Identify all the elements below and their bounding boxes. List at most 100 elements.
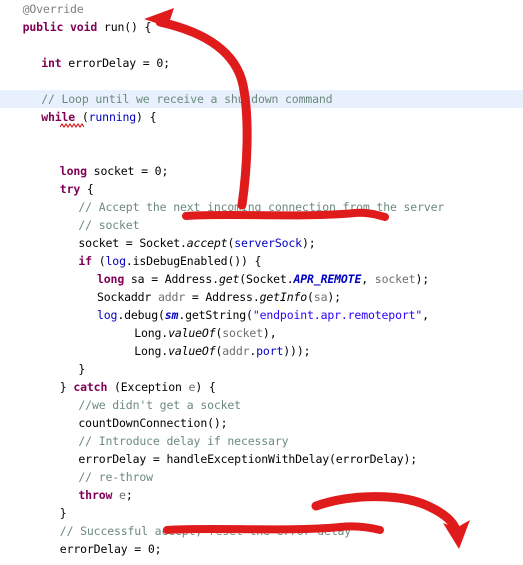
code-line[interactable]: log.debug(sm.getString("endpoint.apr.rem… [0, 306, 523, 324]
code-token-plain: ; [163, 56, 170, 70]
code-line[interactable] [0, 558, 523, 565]
code-token-plain: ); [415, 272, 430, 286]
code-line-content [0, 560, 11, 565]
code-line-content: errorDelay = handleExceptionWithDelay(er… [0, 452, 417, 466]
code-token-str: "endpoint.apr.remoteport" [252, 308, 423, 322]
code-token-kw: if [78, 254, 92, 268]
code-token-plain: run() { [97, 20, 152, 34]
code-token-plain: ), [262, 326, 277, 340]
code-token-plain: } [59, 380, 74, 394]
code-line-content: Long.valueOf(addr.port))); [0, 344, 310, 358]
code-token-param: socket [374, 272, 416, 286]
code-line[interactable]: @Override [0, 0, 523, 18]
code-line[interactable]: if (log.isDebugEnabled()) { [0, 252, 523, 270]
code-token-plain: errorDelay = handleExceptionWithDelay(er… [78, 452, 418, 466]
code-token-cmt: //we didn't get a socket [78, 398, 241, 412]
code-token-kw: int [41, 56, 62, 70]
code-token-cmt: // Introduce delay if necessary [78, 434, 289, 448]
code-token-param: addr [157, 290, 186, 304]
code-token-plain: { [80, 182, 94, 196]
code-line[interactable]: // Successful accept, reset the error de… [0, 522, 523, 540]
code-token-ann: @Override [22, 2, 84, 16]
code-line[interactable]: socket = Socket.accept(serverSock); [0, 234, 523, 252]
code-line[interactable]: } catch (Exception e) { [0, 378, 523, 396]
code-line-content: socket = Socket.accept(serverSock); [0, 236, 316, 250]
code-line[interactable]: //we didn't get a socket [0, 396, 523, 414]
code-token-static: valueOf [168, 344, 216, 358]
code-surface[interactable]: @Override public void run() { int errorDe… [0, 0, 523, 565]
code-line-content: while (running) { [0, 110, 156, 124]
code-token-plain: .getString( [178, 308, 253, 322]
code-line[interactable]: errorDelay = 0; [0, 540, 523, 558]
code-line[interactable] [0, 144, 523, 162]
code-line-content: try { [0, 182, 94, 196]
code-token-plain: ( [91, 254, 106, 268]
code-line-content [0, 38, 11, 52]
code-token-static: get [218, 272, 240, 286]
code-token-plain: ; [154, 542, 162, 556]
code-line[interactable]: long sa = Address.get(Socket.APR_REMOTE,… [0, 270, 523, 288]
code-token-plain: socket = Socket. [78, 236, 187, 250]
code-line-content: } [0, 506, 67, 520]
code-token-fld: running [88, 110, 137, 124]
code-token-plain: ); [301, 236, 316, 250]
code-line-content [0, 74, 11, 88]
code-line[interactable]: // socket [0, 216, 523, 234]
code-token-cmt: // Successful accept, reset the error de… [59, 524, 352, 538]
code-line-content: } catch (Exception e) { [0, 380, 216, 394]
code-token-cmt: // Accept the next incoming connection f… [78, 200, 445, 214]
code-line[interactable]: int errorDelay = 0; [0, 54, 523, 72]
code-token-static: accept [186, 236, 228, 250]
code-token-plain: Sockaddr [97, 290, 158, 304]
code-token-fld: serverSock [234, 236, 302, 250]
code-line-content: countDownConnection(); [0, 416, 227, 430]
code-line[interactable]: Long.valueOf(socket), [0, 324, 523, 342]
code-token-plain: .debug( [117, 308, 165, 322]
code-line[interactable]: } [0, 360, 523, 378]
code-token-param: socket [222, 326, 263, 340]
code-line[interactable]: // re-throw [0, 468, 523, 486]
code-token-plain: ; [161, 164, 169, 178]
code-token-kw: long [59, 164, 87, 178]
code-line-content: long socket = 0; [0, 164, 169, 178]
code-line[interactable]: Long.valueOf(addr.port))); [0, 342, 523, 360]
code-token-plain: sa = Address. [124, 272, 219, 286]
code-token-plain: ); [327, 290, 341, 304]
code-line[interactable]: // Introduce delay if necessary [0, 432, 523, 450]
code-line-content: // socket [0, 218, 139, 232]
code-token-plain: errorDelay = [61, 56, 157, 70]
code-token-plain: } [78, 362, 86, 376]
code-token-kw: public [22, 20, 64, 34]
code-line[interactable]: long socket = 0; [0, 162, 523, 180]
code-line-content: errorDelay = 0; [0, 542, 162, 556]
code-line[interactable]: // Accept the next incoming connection f… [0, 198, 523, 216]
code-token-param: sa [313, 290, 328, 304]
code-token-kw: long [97, 272, 125, 286]
code-line-content: log.debug(sm.getString("endpoint.apr.rem… [0, 308, 429, 322]
code-token-kw: try [59, 182, 81, 196]
code-line[interactable]: } [0, 504, 523, 522]
code-line[interactable]: throw e; [0, 486, 523, 504]
code-line[interactable]: Sockaddr addr = Address.getInfo(sa); [0, 288, 523, 306]
code-line-content: Sockaddr addr = Address.getInfo(sa); [0, 290, 341, 304]
code-token-fld: log [105, 254, 126, 268]
code-token-plain: (Socket. [239, 272, 294, 286]
code-line[interactable] [0, 72, 523, 90]
code-token-plain: (Exception [107, 380, 189, 394]
code-line-content [0, 128, 11, 142]
code-line[interactable]: errorDelay = handleExceptionWithDelay(er… [0, 450, 523, 468]
code-line[interactable]: // Loop until we receive a shutdown comm… [0, 90, 523, 108]
code-token-kw: throw [78, 488, 113, 502]
code-line-content: // Successful accept, reset the error de… [0, 524, 351, 538]
code-token-fld: log [97, 308, 118, 322]
code-token-plain: ; [125, 488, 133, 502]
code-token-cmt: // socket [78, 218, 140, 232]
code-line[interactable] [0, 36, 523, 54]
code-token-statfld: APR_REMOTE [293, 272, 362, 286]
code-line[interactable]: try { [0, 180, 523, 198]
code-line[interactable]: countDownConnection(); [0, 414, 523, 432]
code-editor-screenshot: @Override public void run() { int errorDe… [0, 0, 523, 565]
red-squiggly-warning-icon [60, 123, 84, 128]
code-token-plain: ( [307, 290, 314, 304]
code-line[interactable]: public void run() { [0, 18, 523, 36]
